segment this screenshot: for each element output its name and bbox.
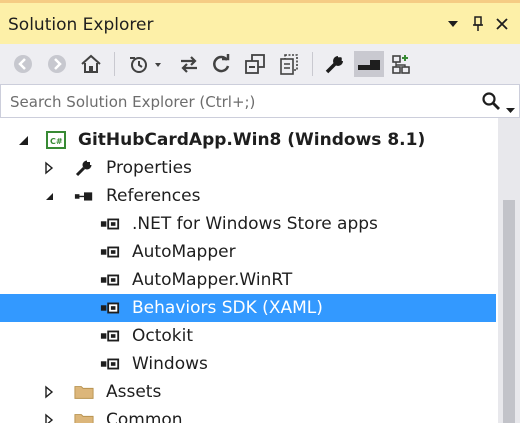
- tree-item-label: Assets: [106, 382, 162, 402]
- search-solution-explorer-box[interactable]: Search Solution Explorer (Ctrl+;): [0, 84, 520, 118]
- tree-item-label: Windows: [132, 354, 208, 374]
- close-icon: [496, 18, 508, 30]
- tree-item-label: Properties: [106, 158, 192, 178]
- tree-item-label: AutoMapper.WinRT: [132, 270, 293, 290]
- window-position-dropdown[interactable]: [442, 13, 464, 35]
- view-class-diagram-button[interactable]: [388, 51, 414, 77]
- clock-icon: [130, 57, 161, 73]
- forward-arrow-icon: [48, 55, 66, 73]
- tree-item-project[interactable]: C# GitHubCardApp.Win8 (Windows 8.1): [0, 126, 496, 154]
- expanded-triangle-icon[interactable]: [16, 133, 30, 147]
- collapsed-triangle-icon[interactable]: [42, 385, 56, 399]
- refresh-icon: [213, 54, 230, 73]
- tree-item-label: Octokit: [132, 326, 194, 346]
- show-all-files-button[interactable]: [276, 51, 302, 77]
- back-button[interactable]: [10, 51, 36, 77]
- solution-tree: C# GitHubCardApp.Win8 (Windows 8.1) Prop…: [0, 118, 498, 423]
- tree-item-reference[interactable]: .NET for Windows Store apps: [0, 210, 496, 238]
- wrench-icon: [325, 54, 345, 74]
- search-options-chevron-down-icon[interactable]: [506, 99, 515, 118]
- toolbar-separator: [114, 52, 115, 76]
- tree-item-reference[interactable]: Windows: [0, 350, 496, 378]
- tree-item-reference[interactable]: AutoMapper: [0, 238, 496, 266]
- preview-icon: [358, 60, 380, 70]
- pin-icon: [473, 16, 483, 31]
- tree-item-reference-selected[interactable]: Behaviors SDK (XAML): [0, 294, 496, 322]
- wrench-icon: [75, 160, 92, 177]
- folder-icon: [74, 386, 94, 399]
- vertical-scrollbar[interactable]: [498, 118, 520, 423]
- properties-button[interactable]: [322, 51, 348, 77]
- reference-icon: [100, 302, 120, 314]
- svg-text:C#: C#: [50, 137, 63, 146]
- search-input[interactable]: Search Solution Explorer (Ctrl+;): [10, 93, 255, 111]
- panel-title: Solution Explorer: [8, 15, 154, 35]
- tree-item-folder-assets[interactable]: Assets: [0, 378, 496, 406]
- solution-explorer-toolbar: [0, 44, 520, 84]
- folder-icon: [74, 414, 94, 423]
- collapsed-triangle-icon[interactable]: [42, 413, 56, 423]
- references-icon: [74, 192, 93, 201]
- expanded-triangle-icon[interactable]: [42, 189, 56, 203]
- tree-item-label: Behaviors SDK (XAML): [132, 298, 323, 318]
- tree-item-reference[interactable]: Octokit: [0, 322, 496, 350]
- pending-changes-filter-button[interactable]: [126, 51, 166, 77]
- collapse-all-button[interactable]: [242, 51, 268, 77]
- tree-item-properties[interactable]: Properties: [0, 154, 496, 182]
- show-all-files-icon: [280, 54, 298, 75]
- preview-selected-items-button[interactable]: [354, 51, 384, 77]
- tree-item-label: Common: [106, 410, 183, 423]
- tree-item-label: GitHubCardApp.Win8 (Windows 8.1): [78, 130, 426, 150]
- reference-icon: [100, 218, 120, 230]
- scrollbar-thumb[interactable]: [503, 200, 515, 423]
- tree-item-reference[interactable]: AutoMapper.WinRT: [0, 266, 496, 294]
- search-icon[interactable]: [481, 91, 501, 115]
- chevron-down-icon: [448, 21, 458, 27]
- close-panel-button[interactable]: [491, 13, 513, 35]
- csharp-project-icon: C#: [46, 131, 66, 149]
- sync-arrows-icon: [181, 56, 197, 73]
- tree-item-label: AutoMapper: [132, 242, 236, 262]
- tree-item-label: .NET for Windows Store apps: [132, 214, 378, 234]
- reference-icon: [100, 246, 120, 258]
- refresh-button[interactable]: [208, 51, 234, 77]
- panel-title-bar: Solution Explorer: [0, 0, 520, 44]
- reference-icon: [100, 330, 120, 342]
- collapsed-triangle-icon[interactable]: [42, 161, 56, 175]
- sync-with-active-document-button[interactable]: [176, 51, 202, 77]
- forward-button[interactable]: [44, 51, 70, 77]
- auto-hide-pin-button[interactable]: [467, 13, 489, 35]
- class-diagram-icon: [392, 55, 410, 74]
- reference-icon: [100, 274, 120, 286]
- tree-item-references[interactable]: References: [0, 182, 496, 210]
- back-arrow-icon: [14, 55, 32, 73]
- collapse-all-icon: [245, 54, 265, 74]
- toolbar-separator: [312, 52, 313, 76]
- home-icon: [81, 54, 101, 73]
- home-button[interactable]: [78, 51, 104, 77]
- tree-item-folder-common[interactable]: Common: [0, 406, 496, 423]
- tree-item-label: References: [106, 186, 201, 206]
- reference-icon: [100, 358, 120, 370]
